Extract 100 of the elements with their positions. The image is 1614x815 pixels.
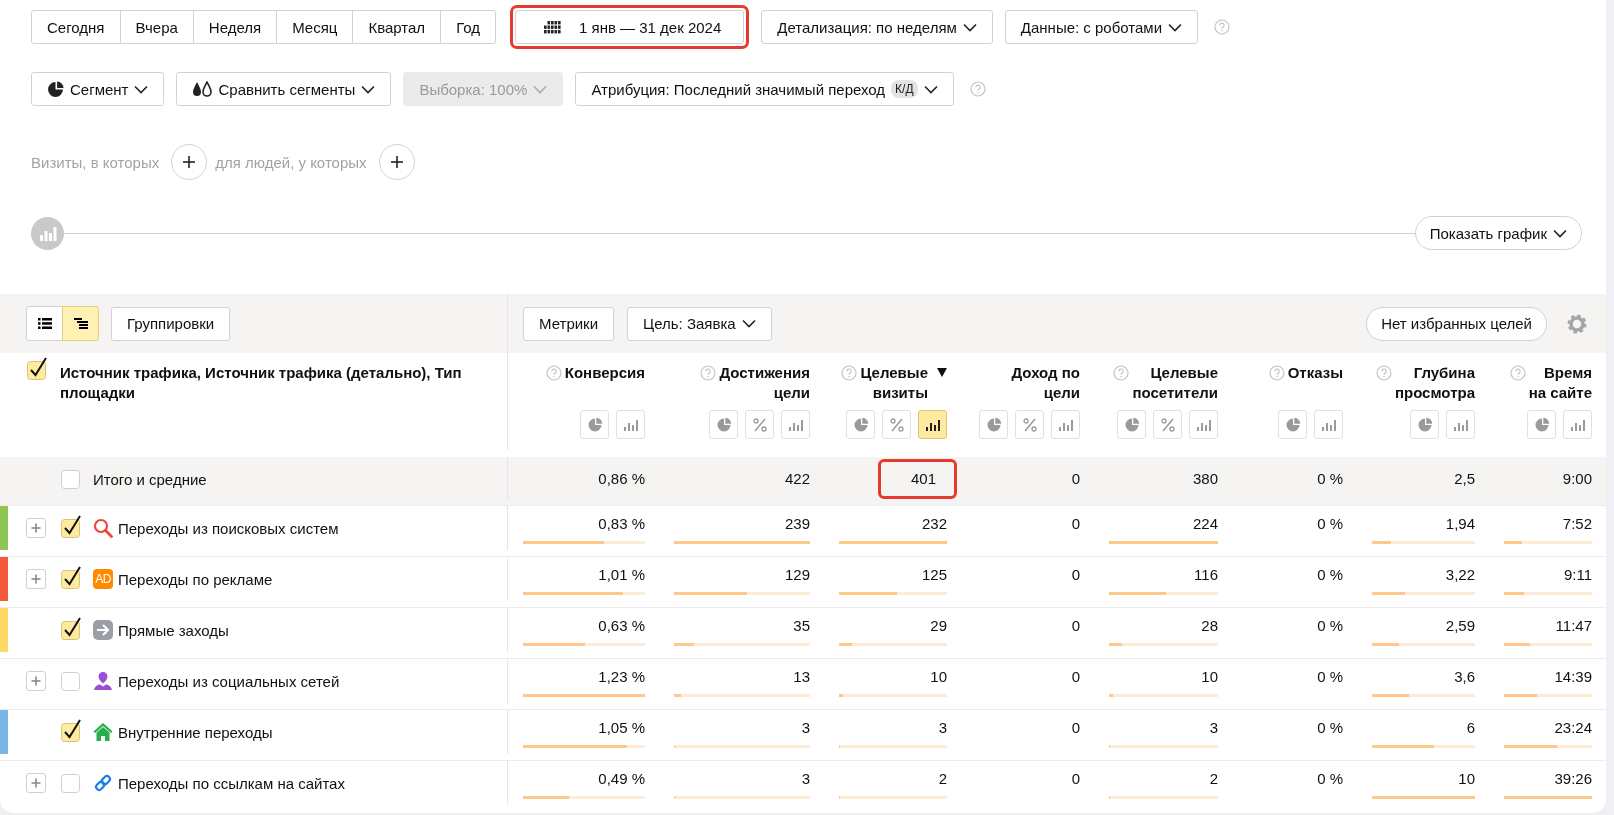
table-cell: 0 % (1317, 515, 1343, 533)
column-header[interactable]: Достижения цели (719, 363, 810, 403)
view-toggle-button[interactable] (882, 410, 911, 439)
column-header[interactable]: Конверсия (564, 363, 645, 383)
view-toggle-button[interactable] (1446, 410, 1475, 439)
help-icon[interactable] (545, 365, 562, 381)
view-mode-button[interactable] (62, 306, 99, 341)
checkbox[interactable] (61, 565, 83, 589)
table-cell: 3 (938, 719, 947, 737)
row-label[interactable]: Переходы из социальных сетей (118, 672, 340, 690)
column-header[interactable]: Глубина просмотра (1394, 363, 1475, 403)
expand-button[interactable] (26, 671, 46, 691)
sort-descending-icon[interactable] (937, 368, 947, 377)
view-toggle-button[interactable] (1278, 410, 1307, 439)
view-toggle-button[interactable] (846, 410, 875, 439)
help-icon[interactable] (700, 365, 717, 381)
ad-badge-icon: AD (93, 569, 113, 589)
view-toggle-button[interactable] (1410, 410, 1439, 439)
table-cell: 39:26 (1554, 770, 1592, 788)
help-icon[interactable] (1268, 365, 1285, 381)
view-toggle-button[interactable] (1117, 410, 1146, 439)
period-button[interactable]: Год (440, 10, 496, 44)
plus-icon (30, 675, 42, 687)
list-icon (37, 318, 52, 329)
expand-button[interactable] (26, 569, 46, 589)
table-cell: 1,05 % (598, 719, 645, 737)
dropdown-button[interactable]: Данные: с роботами (1004, 10, 1199, 44)
checkbox[interactable] (61, 616, 83, 640)
row-label[interactable]: Переходы по ссылкам на сайтах (118, 774, 345, 792)
metrics-button[interactable]: Метрики (523, 306, 615, 341)
view-toggle-button[interactable] (1314, 410, 1343, 439)
help-icon[interactable] (1375, 365, 1392, 381)
expand-button[interactable] (26, 518, 46, 538)
view-toggle-button[interactable] (781, 410, 810, 439)
period-button[interactable]: Сегодня (31, 10, 121, 44)
goal-dropdown[interactable]: Цель: Заявка (627, 306, 772, 341)
period-button[interactable]: Неделя (192, 10, 278, 44)
help-icon[interactable] (841, 365, 858, 381)
view-toggle-button[interactable] (1563, 410, 1592, 439)
help-icon[interactable] (1214, 19, 1231, 35)
expand-button[interactable] (26, 773, 46, 793)
show-chart-button[interactable]: Показать график (1414, 216, 1582, 250)
add-condition-button[interactable] (378, 144, 415, 180)
view-toggle-button[interactable] (580, 410, 609, 439)
column-header[interactable]: Целевые посетители (1132, 363, 1218, 403)
chart-icon[interactable] (31, 216, 64, 250)
add-condition-button[interactable] (171, 144, 208, 180)
row-label[interactable]: Переходы по рекламе (118, 570, 273, 588)
column-header[interactable]: Доход по цели (1011, 363, 1080, 403)
favorite-goals-button[interactable]: Нет избранных целей (1366, 306, 1547, 341)
row-label[interactable]: Переходы из поисковых систем (118, 519, 339, 537)
checkbox[interactable] (27, 357, 49, 380)
help-icon[interactable] (969, 81, 986, 97)
groupings-button[interactable]: Группировки (111, 306, 231, 341)
view-toggle-button[interactable] (1189, 410, 1218, 439)
view-mode-button[interactable] (26, 306, 63, 341)
table-cell: 2 (938, 770, 947, 788)
dropdown-button[interactable]: Детализация: по неделям (761, 10, 993, 44)
checkbox[interactable] (61, 718, 83, 742)
row-label[interactable]: Внутренние переходы (118, 723, 273, 741)
table-cell: 23:24 (1554, 719, 1592, 737)
table-cell: 1,94 (1445, 515, 1475, 533)
date-range-button[interactable]: 1 янв — 31 дек 2024 (515, 10, 745, 44)
table-cell: 224 (1192, 515, 1218, 533)
period-button[interactable]: Квартал (352, 10, 442, 44)
view-toggle-button[interactable] (1153, 410, 1182, 439)
view-toggle-button[interactable] (616, 410, 645, 439)
column-header[interactable]: Отказы (1287, 363, 1343, 383)
view-toggle-button[interactable] (1051, 410, 1080, 439)
table-cell: 422 (784, 470, 810, 488)
view-toggle-button[interactable] (979, 410, 1008, 439)
view-toggle-button[interactable] (745, 410, 774, 439)
bar-chart-icon (1569, 417, 1586, 432)
view-toggle-button[interactable] (1015, 410, 1044, 439)
pie-chart-icon (715, 416, 732, 433)
table-cell: 0 % (1317, 617, 1343, 635)
dropdown-button[interactable]: Атрибуция: Последний значимый переход К/Д (575, 72, 954, 106)
dropdown-button[interactable]: Сегмент (31, 72, 165, 106)
dropdown-button[interactable]: Сравнить сегменты (176, 72, 392, 106)
column-header[interactable]: Время на сайте (1528, 363, 1592, 403)
period-button[interactable]: Месяц (276, 10, 354, 44)
help-icon[interactable] (1113, 365, 1130, 381)
table-cell: 10 (1201, 668, 1218, 686)
row-label[interactable]: Прямые заходы (118, 621, 229, 639)
pie-chart-icon (1533, 416, 1550, 433)
settings-icon[interactable] (1566, 312, 1588, 335)
pie-chart-icon (1416, 416, 1433, 433)
view-toggle-button[interactable] (1527, 410, 1556, 439)
table-cell: 0,86 % (598, 470, 645, 488)
table-cell: 14:39 (1554, 668, 1592, 686)
column-header[interactable]: Целевые визиты (860, 363, 928, 403)
table-cell: 10 (930, 668, 947, 686)
table-cell: 401 (910, 470, 936, 487)
help-icon[interactable] (1509, 365, 1526, 381)
checkbox[interactable] (61, 514, 83, 538)
bar-chart-icon (924, 417, 941, 432)
view-toggle-button[interactable] (709, 410, 738, 439)
view-toggle-button[interactable] (918, 410, 947, 439)
table-cell: 28 (1201, 617, 1218, 635)
period-button[interactable]: Вчера (119, 10, 194, 44)
